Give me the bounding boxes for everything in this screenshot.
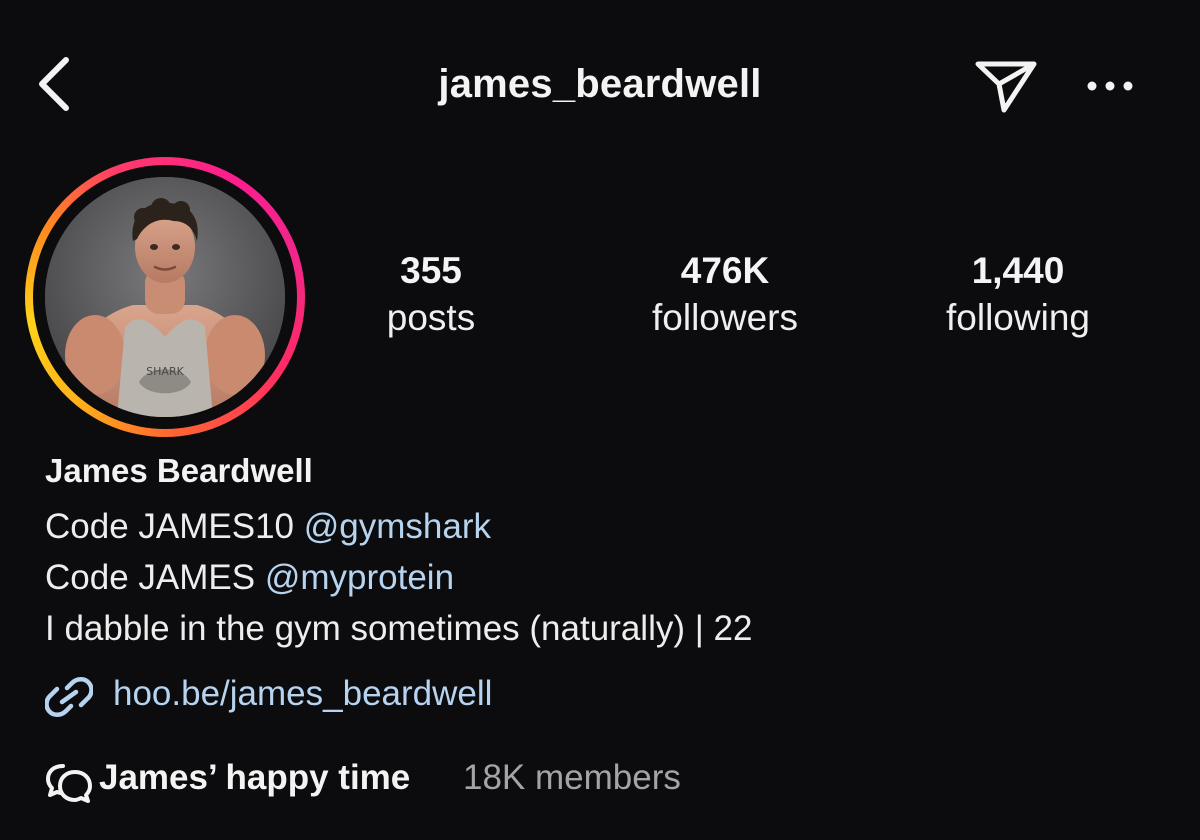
send-message-button[interactable] <box>968 50 1042 124</box>
story-ring[interactable]: SHARK <box>25 157 305 437</box>
followers-value: 476K <box>680 250 770 291</box>
followers-label: followers <box>652 297 798 338</box>
community-name: James’ happy time <box>99 758 411 797</box>
bio-line: I dabble in the gym sometimes (naturally… <box>45 609 752 649</box>
mention-link-gymshark[interactable]: @gymshark <box>304 507 491 546</box>
svg-text:SHARK: SHARK <box>146 365 184 378</box>
profile-avatar: SHARK <box>45 177 285 417</box>
bio-text: Code JAMES10 <box>45 507 295 546</box>
bio-text: Code JAMES <box>45 558 256 597</box>
profile-display-name: James Beardwell <box>45 452 313 489</box>
more-horizontal-icon <box>1087 81 1133 91</box>
paper-plane-icon <box>975 61 1037 113</box>
following-count[interactable]: 1,440 following <box>898 248 1138 342</box>
bio-line: Code JAMES @myprotein <box>45 558 454 598</box>
community-member-count: 18K members <box>463 758 681 797</box>
bio-line: Code JAMES10 @gymshark <box>45 507 491 547</box>
mention-link-myprotein[interactable]: @myprotein <box>265 558 454 597</box>
posts-count[interactable]: 355 posts <box>311 248 551 342</box>
following-value: 1,440 <box>971 250 1065 291</box>
bio-text: I dabble in the gym sometimes (naturally… <box>45 609 753 648</box>
posts-value: 355 <box>400 250 462 291</box>
external-link-text: hoo.be/james_beardwell <box>113 674 493 713</box>
following-label: following <box>946 297 1090 338</box>
link-icon <box>45 677 93 717</box>
followers-count[interactable]: 476K followers <box>605 248 845 342</box>
profile-header: james_beardwell <box>0 0 1200 170</box>
more-options-button[interactable] <box>1080 66 1140 106</box>
posts-label: posts <box>386 297 476 338</box>
chat-bubbles-icon <box>46 764 92 803</box>
avatar-photo: SHARK <box>45 177 285 417</box>
